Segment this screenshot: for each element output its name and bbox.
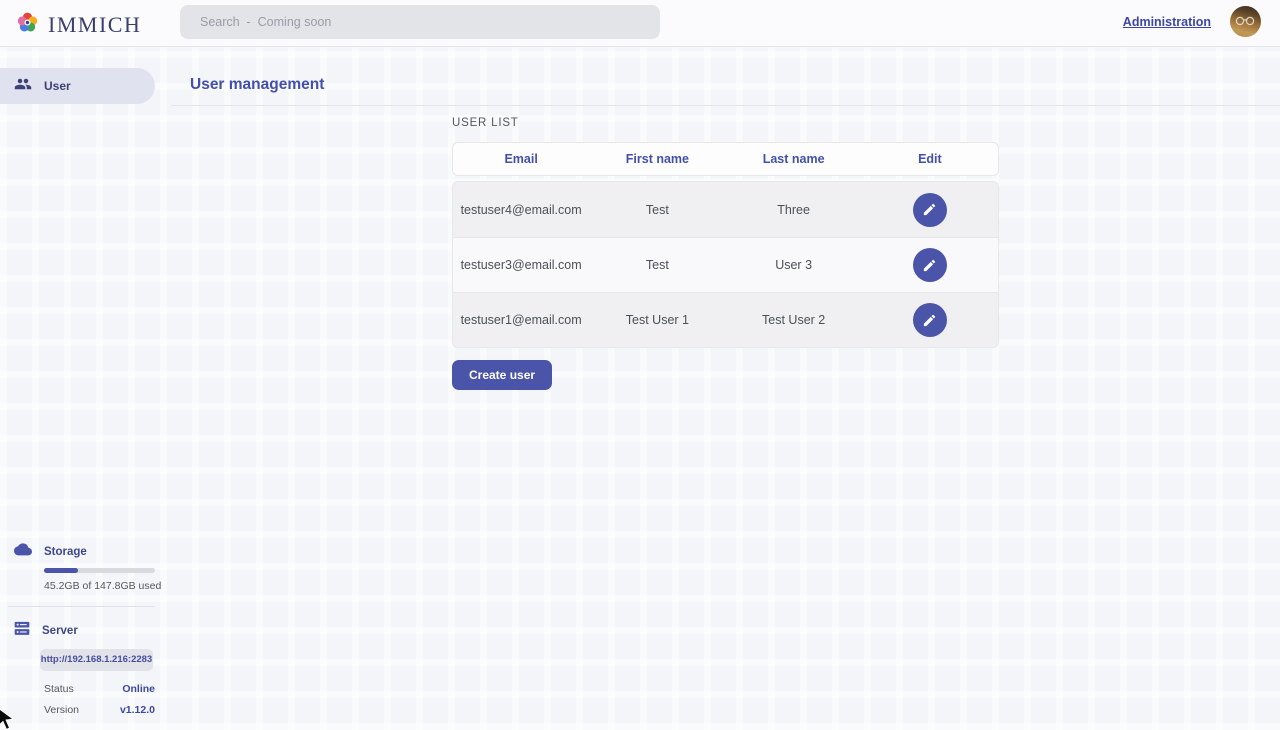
table-row: testuser3@email.com Test User 3 [453, 237, 998, 292]
storage-title: Storage [44, 546, 87, 558]
cell-email: testuser3@email.com [453, 258, 589, 272]
cell-first-name: Test [589, 258, 725, 272]
pencil-icon [922, 258, 937, 273]
edit-user-button[interactable] [913, 303, 947, 337]
user-list-panel: USER LIST Email First name Last name Edi… [452, 106, 999, 390]
status-label: Status [44, 683, 74, 695]
version-value: v1.12.0 [120, 704, 171, 716]
sidebar-footer: Storage 45.2GB of 147.8GB used [0, 542, 171, 730]
storage-section-header: Storage [0, 542, 171, 561]
user-avatar[interactable] [1230, 6, 1261, 37]
cell-last-name: User 3 [726, 258, 862, 272]
server-section-header: Server [0, 621, 171, 641]
sidebar: User Storage 45.2GB of 147.8GB used [0, 47, 171, 730]
column-header-edit: Edit [862, 152, 998, 166]
cloud-icon [14, 542, 32, 561]
brand[interactable]: IMMICH [14, 9, 141, 41]
cell-email: testuser1@email.com [453, 313, 589, 327]
sidebar-item-user-label: User [44, 79, 71, 93]
cell-last-name: Three [726, 203, 862, 217]
pencil-icon [922, 313, 937, 328]
search-input[interactable] [180, 5, 660, 39]
main-content: User management USER LIST Email First na… [171, 47, 1280, 730]
cell-first-name: Test User 1 [589, 313, 725, 327]
page-title: User management [171, 47, 1280, 94]
server-version-row: Version v1.12.0 [44, 704, 155, 716]
storage-usage-text: 45.2GB of 147.8GB used [44, 580, 171, 592]
immich-app: IMMICH Administration User [0, 0, 1280, 730]
sidebar-divider [8, 606, 155, 607]
user-list-label: USER LIST [452, 117, 999, 129]
user-table-body: testuser4@email.com Test Three testuser3… [452, 181, 999, 348]
table-row: testuser4@email.com Test Three [453, 182, 998, 237]
brand-name: IMMICH [48, 12, 141, 38]
user-table-header: Email First name Last name Edit [452, 142, 999, 176]
column-header-email: Email [453, 152, 589, 166]
page-header: User management [171, 47, 1280, 106]
people-icon [14, 75, 32, 98]
administration-link[interactable]: Administration [1123, 15, 1211, 29]
cell-first-name: Test [589, 203, 725, 217]
server-status-row: Status Online [44, 683, 155, 695]
version-label: Version [44, 704, 79, 716]
storage-progress-track [44, 568, 155, 573]
column-header-last-name: Last name [726, 152, 862, 166]
sidebar-item-user[interactable]: User [0, 68, 155, 104]
edit-user-button[interactable] [913, 193, 947, 227]
server-rack-icon [14, 621, 30, 641]
server-url-badge: http://192.168.1.216:2283 [40, 649, 153, 671]
status-value: Online [122, 683, 171, 695]
cell-email: testuser4@email.com [453, 203, 589, 217]
cell-last-name: Test User 2 [726, 313, 862, 327]
edit-user-button[interactable] [913, 248, 947, 282]
immich-flower-logo-icon [14, 9, 41, 41]
storage-progress-fill [44, 568, 78, 573]
top-bar: IMMICH Administration [0, 0, 1280, 47]
table-row: testuser1@email.com Test User 1 Test Use… [453, 292, 998, 347]
pencil-icon [922, 202, 937, 217]
server-title: Server [42, 625, 78, 637]
glasses-icon [1235, 16, 1256, 26]
create-user-button[interactable]: Create user [452, 360, 552, 390]
column-header-first-name: First name [589, 152, 725, 166]
